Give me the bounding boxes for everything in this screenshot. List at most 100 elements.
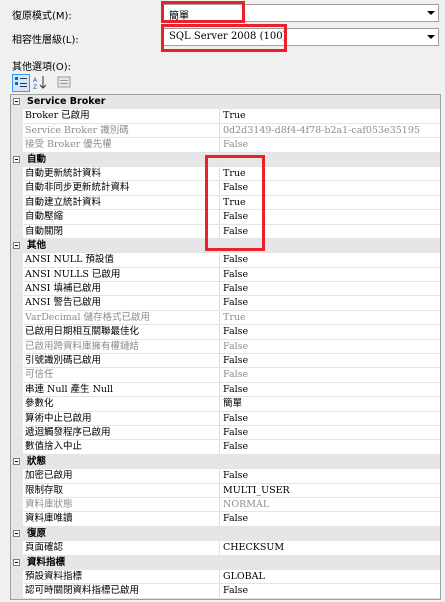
property-name: VarDecimal 儲存格式已啟用: [25, 311, 151, 323]
property-row[interactable]: 已啟用日期相互關聯最佳化 False: [11, 325, 440, 340]
property-value[interactable]: 0d2d3149-d8f4-4f78-b2a1-caf053e35195: [223, 124, 420, 138]
property-name: 串連 Null 產生 Null: [25, 383, 114, 395]
property-name: 引號識別碼已啟用: [25, 355, 102, 367]
property-value[interactable]: GLOBAL: [223, 570, 265, 584]
property-row[interactable]: 資料庫狀態 NORMAL: [11, 497, 440, 513]
property-row[interactable]: 限制存取 MULTI_USER: [11, 483, 440, 498]
property-value[interactable]: 簡單: [223, 397, 242, 411]
property-name: 資料庫唯讀: [25, 513, 73, 525]
chevron-down-icon[interactable]: [427, 11, 435, 15]
property-value[interactable]: False: [223, 512, 248, 526]
row-margin: [11, 339, 23, 354]
row-margin: [11, 425, 23, 440]
category-label: Service Broker: [27, 96, 106, 107]
property-name: 加密已啟用: [25, 470, 73, 482]
property-value[interactable]: True: [223, 109, 246, 123]
property-name: 可信任: [25, 369, 54, 381]
property-value[interactable]: False: [223, 584, 248, 598]
column-divider: [219, 325, 220, 339]
column-divider: [219, 368, 220, 382]
property-row[interactable]: 認可時關閉資料指標已啟用 False: [11, 584, 440, 599]
property-row[interactable]: 已啟用跨資料庫擁有權鏈結 False: [11, 339, 440, 355]
column-divider: [219, 339, 220, 354]
column-divider: [219, 123, 220, 138]
column-divider: [219, 109, 220, 123]
property-value[interactable]: False: [223, 426, 248, 440]
category-row[interactable]: 復原: [11, 526, 440, 542]
row-margin: [11, 195, 23, 210]
categorized-button[interactable]: [12, 74, 30, 92]
collapse-icon[interactable]: [13, 529, 20, 537]
property-row[interactable]: 遞迴觸發程序已啟用 False: [11, 425, 440, 441]
categorized-icon: [15, 77, 27, 87]
property-row[interactable]: 可信任 False: [11, 368, 440, 383]
row-margin: [11, 411, 23, 425]
property-value[interactable]: False: [223, 325, 248, 339]
property-value[interactable]: False: [223, 368, 248, 382]
property-value[interactable]: False: [223, 383, 248, 397]
row-margin: [11, 310, 23, 325]
property-name: ANSI NULL 預設值: [25, 254, 114, 266]
property-pages-button[interactable]: [56, 74, 74, 92]
property-row[interactable]: ANSI NULLS 已啟用 False: [11, 267, 440, 283]
row-margin: [11, 569, 23, 584]
alphabetical-button[interactable]: A Z: [32, 74, 50, 92]
property-value[interactable]: False: [223, 354, 248, 368]
property-row[interactable]: 算術中止已啟用 False: [11, 411, 440, 426]
property-row[interactable]: ANSI 警告已啟用 False: [11, 296, 440, 311]
property-value[interactable]: False: [223, 412, 248, 426]
property-row[interactable]: 接受 Broker 優先權 False: [11, 138, 440, 153]
property-value[interactable]: False: [223, 469, 248, 483]
property-row[interactable]: 資料庫唯讀 False: [11, 512, 440, 527]
property-value[interactable]: False: [223, 440, 248, 454]
property-name: ANSI 填補已啟用: [25, 283, 101, 295]
other-options-label: 其他選項(O):: [12, 62, 72, 73]
collapse-icon[interactable]: [13, 155, 20, 163]
property-value[interactable]: MULTI_USER: [223, 484, 290, 498]
row-margin: [11, 440, 23, 454]
row-margin: [11, 138, 23, 152]
property-value[interactable]: True: [223, 311, 246, 325]
collapse-icon[interactable]: [13, 457, 20, 465]
property-name: 限制存取: [25, 484, 64, 496]
property-row[interactable]: ANSI 填補已啟用 False: [11, 282, 440, 297]
property-value[interactable]: False: [223, 282, 248, 296]
property-value[interactable]: False: [223, 340, 248, 354]
property-row[interactable]: 預設資料指標 GLOBAL: [11, 569, 440, 585]
property-row[interactable]: 引號識別碼已啟用 False: [11, 354, 440, 369]
collapse-icon[interactable]: [13, 241, 20, 249]
property-row[interactable]: ANSI NULL 預設值 False: [11, 253, 440, 268]
property-name: 自動關閉: [25, 225, 64, 237]
property-row[interactable]: 加密已啟用 False: [11, 469, 440, 484]
property-value[interactable]: NORMAL: [223, 498, 269, 512]
row-margin: [11, 354, 23, 368]
property-name: 預設資料指標: [25, 570, 83, 582]
property-row[interactable]: VarDecimal 儲存格式已啟用 True: [11, 310, 440, 326]
property-row[interactable]: 頁面確認 CHECKSUM: [11, 541, 440, 556]
property-value[interactable]: False: [223, 296, 248, 310]
property-row[interactable]: Service Broker 識別碼 0d2d3149-d8f4-4f78-b2a…: [11, 123, 440, 139]
property-row[interactable]: 數值捨入中止 False: [11, 440, 440, 455]
column-divider: [219, 138, 220, 152]
property-pages-icon: [57, 76, 71, 88]
property-value[interactable]: False: [223, 268, 248, 282]
property-row[interactable]: 參數化 簡單: [11, 397, 440, 412]
row-margin: [11, 382, 23, 397]
property-name: 算術中止已啟用: [25, 412, 92, 424]
chevron-down-icon[interactable]: [427, 35, 435, 39]
property-name: 資料庫狀態: [25, 498, 73, 510]
collapse-icon[interactable]: [13, 558, 20, 566]
property-value[interactable]: CHECKSUM: [223, 541, 284, 555]
category-label: 其他: [27, 239, 47, 251]
property-row[interactable]: 串連 Null 產生 Null False: [11, 382, 440, 398]
column-divider: [219, 541, 220, 555]
property-value[interactable]: False: [223, 253, 248, 267]
property-row[interactable]: Broker 已啟用 True: [11, 109, 440, 124]
category-row[interactable]: 狀態: [11, 454, 440, 470]
collapse-icon[interactable]: [13, 98, 20, 105]
property-value[interactable]: False: [223, 138, 248, 152]
column-divider: [219, 282, 220, 296]
category-row[interactable]: Service Broker: [11, 95, 440, 110]
category-row[interactable]: 資料指標: [11, 555, 440, 570]
row-margin: [11, 181, 23, 195]
